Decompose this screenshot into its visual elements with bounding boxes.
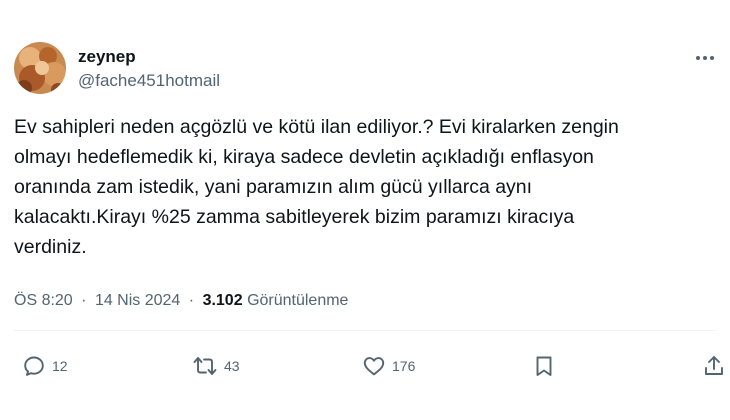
more-button[interactable] bbox=[688, 46, 722, 70]
reply-icon bbox=[24, 356, 44, 376]
bookmark-icon bbox=[536, 356, 552, 376]
tweet-date[interactable]: 14 Nis 2024 bbox=[95, 292, 180, 309]
tweet-time[interactable]: ÖS 8:20 bbox=[14, 292, 73, 309]
action-bar: 12 43 176 bbox=[0, 350, 730, 384]
avatar[interactable] bbox=[14, 42, 66, 94]
tweet-meta: ÖS 8:20 · 14 Nis 2024 · 3.102 Görüntülen… bbox=[14, 290, 348, 312]
meta-separator: · bbox=[188, 292, 195, 309]
bookmark-button[interactable] bbox=[532, 354, 556, 378]
share-button[interactable] bbox=[702, 354, 726, 378]
retweet-count: 43 bbox=[224, 358, 240, 374]
retweet-button[interactable]: 43 bbox=[192, 354, 240, 378]
share-icon bbox=[705, 356, 723, 375]
avatar-image bbox=[14, 42, 66, 94]
views-count: 3.102 bbox=[202, 292, 243, 309]
retweet-icon bbox=[193, 357, 217, 375]
tweet-text-line: kalacaktı.Kirayı %25 zamma sabitleyerek … bbox=[14, 206, 575, 228]
tweet-text: Ev sahipleri neden açgözlü ve kötü ilan … bbox=[14, 112, 714, 262]
tweet-card: zeynep @fache451hotmail Ev sahipleri ned… bbox=[0, 0, 730, 420]
tweet-text-line: olmayı hedeflemedik ki, kiraya sadece de… bbox=[14, 146, 594, 168]
reply-button[interactable]: 12 bbox=[22, 354, 68, 378]
more-horizontal-icon bbox=[696, 56, 714, 60]
heart-icon bbox=[363, 357, 385, 376]
tweet-text-line: verdiniz. bbox=[14, 236, 87, 258]
divider bbox=[14, 330, 716, 331]
like-count: 176 bbox=[392, 358, 416, 374]
tweet-text-line: Ev sahipleri neden açgözlü ve kötü ilan … bbox=[14, 116, 619, 138]
user-handle[interactable]: @fache451hotmail bbox=[78, 70, 220, 92]
user-block: zeynep @fache451hotmail bbox=[78, 46, 220, 92]
tweet-text-line: oranında zam istedik, yani paramızın alı… bbox=[14, 176, 533, 198]
views-label: Görüntülenme bbox=[247, 292, 349, 309]
like-button[interactable]: 176 bbox=[362, 354, 415, 378]
display-name[interactable]: zeynep bbox=[78, 46, 220, 68]
meta-separator: · bbox=[81, 292, 87, 309]
reply-count: 12 bbox=[52, 358, 68, 374]
